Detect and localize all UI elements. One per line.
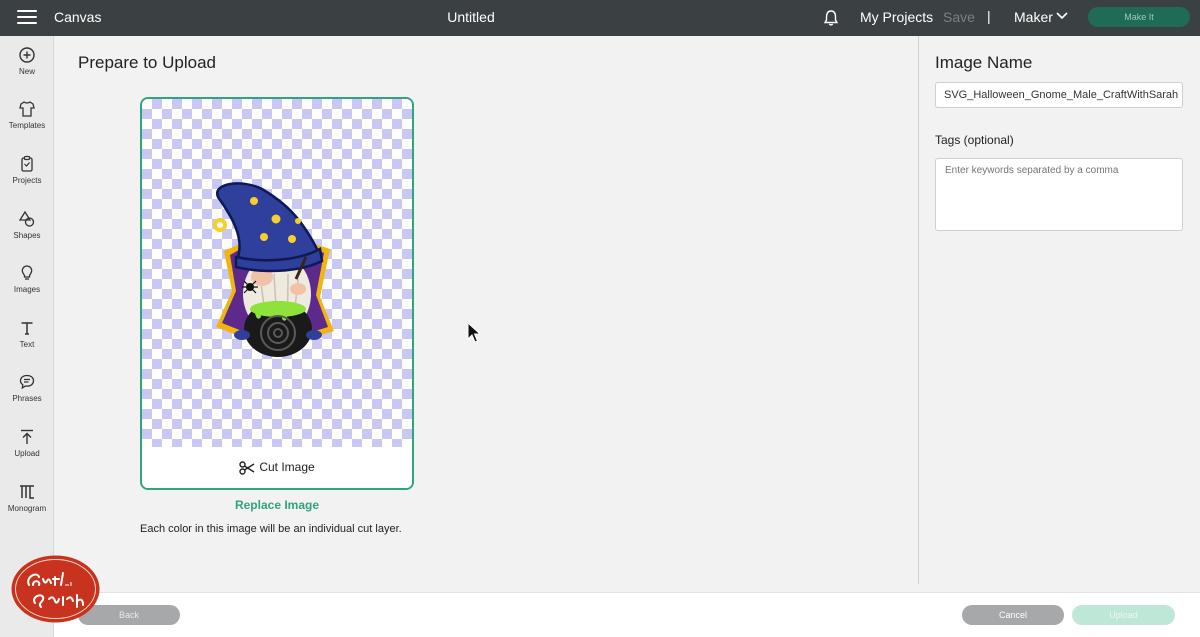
make-it-button[interactable]: Make It <box>1088 7 1190 27</box>
cut-image-option[interactable]: Cut Image <box>142 447 412 488</box>
sidebar-item-label: Monogram <box>7 504 47 513</box>
sidebar-item-label: Shapes <box>13 231 41 240</box>
tags-label: Tags (optional) <box>935 133 1014 147</box>
sidebar-item-phrases[interactable]: Phrases <box>0 373 54 403</box>
image-preview-card[interactable]: Cut Image <box>140 97 414 490</box>
replace-image-link[interactable]: Replace Image <box>140 498 414 512</box>
craft-with-sarah-logo <box>11 555 100 623</box>
sidebar-item-label: Templates <box>8 121 46 130</box>
app-name: Canvas <box>54 9 102 25</box>
panel-divider <box>918 36 919 584</box>
sidebar-item-templates[interactable]: Templates <box>0 100 54 130</box>
gnome-image <box>213 182 334 357</box>
chevron-down-icon[interactable] <box>1056 12 1068 20</box>
sidebar-item-label: New <box>18 67 35 76</box>
upload-icon <box>21 429 33 444</box>
plus-circle-icon <box>19 47 35 63</box>
sidebar-item-projects[interactable]: Projects <box>0 155 54 185</box>
sidebar-item-images[interactable]: Images <box>0 264 54 294</box>
sidebar-item-label: Phrases <box>12 394 42 403</box>
top-bar: Canvas Untitled My Projects Save | Maker… <box>0 0 1200 36</box>
transparent-background <box>142 99 412 447</box>
sidebar-item-label: Text <box>19 340 35 349</box>
mouse-cursor-icon <box>467 322 481 343</box>
left-sidebar: New Templates Projects Shapes Images Tex… <box>0 36 54 637</box>
sidebar-item-label: Images <box>13 285 41 294</box>
document-title[interactable]: Untitled <box>400 9 542 25</box>
sidebar-item-upload[interactable]: Upload <box>0 428 54 458</box>
shapes-icon <box>18 210 35 227</box>
clipboard-icon <box>21 155 33 172</box>
monogram-icon <box>20 485 34 499</box>
menu-icon[interactable] <box>17 10 37 24</box>
sidebar-item-new[interactable]: New <box>0 46 54 76</box>
speech-bubble-icon <box>19 374 35 390</box>
cut-image-label: Cut Image <box>259 460 315 474</box>
image-name-input[interactable]: SVG_Halloween_Gnome_Male_CraftWithSarah <box>935 82 1183 108</box>
shirt-icon <box>19 101 35 117</box>
tags-input[interactable] <box>935 158 1183 231</box>
cancel-button[interactable]: Cancel <box>962 605 1064 625</box>
sidebar-item-label: Projects <box>12 176 42 185</box>
sidebar-item-text[interactable]: Text <box>0 319 54 349</box>
topbar-separator: | <box>987 8 991 24</box>
sidebar-item-shapes[interactable]: Shapes <box>0 210 54 240</box>
machine-select[interactable]: Maker <box>1014 9 1053 25</box>
sidebar-item-monogram[interactable]: Monogram <box>0 483 54 513</box>
bell-icon[interactable] <box>822 9 840 27</box>
scissors-icon <box>239 461 255 475</box>
lightbulb-icon <box>21 265 33 280</box>
page-title: Prepare to Upload <box>78 53 216 72</box>
text-icon <box>21 322 33 335</box>
image-name-heading: Image Name <box>935 53 1033 72</box>
my-projects-link[interactable]: My Projects <box>860 9 933 25</box>
upload-button[interactable]: Upload <box>1072 605 1175 625</box>
info-text: Each color in this image will be an indi… <box>140 523 402 535</box>
save-button[interactable]: Save <box>943 9 975 25</box>
sidebar-item-label: Upload <box>14 449 40 458</box>
